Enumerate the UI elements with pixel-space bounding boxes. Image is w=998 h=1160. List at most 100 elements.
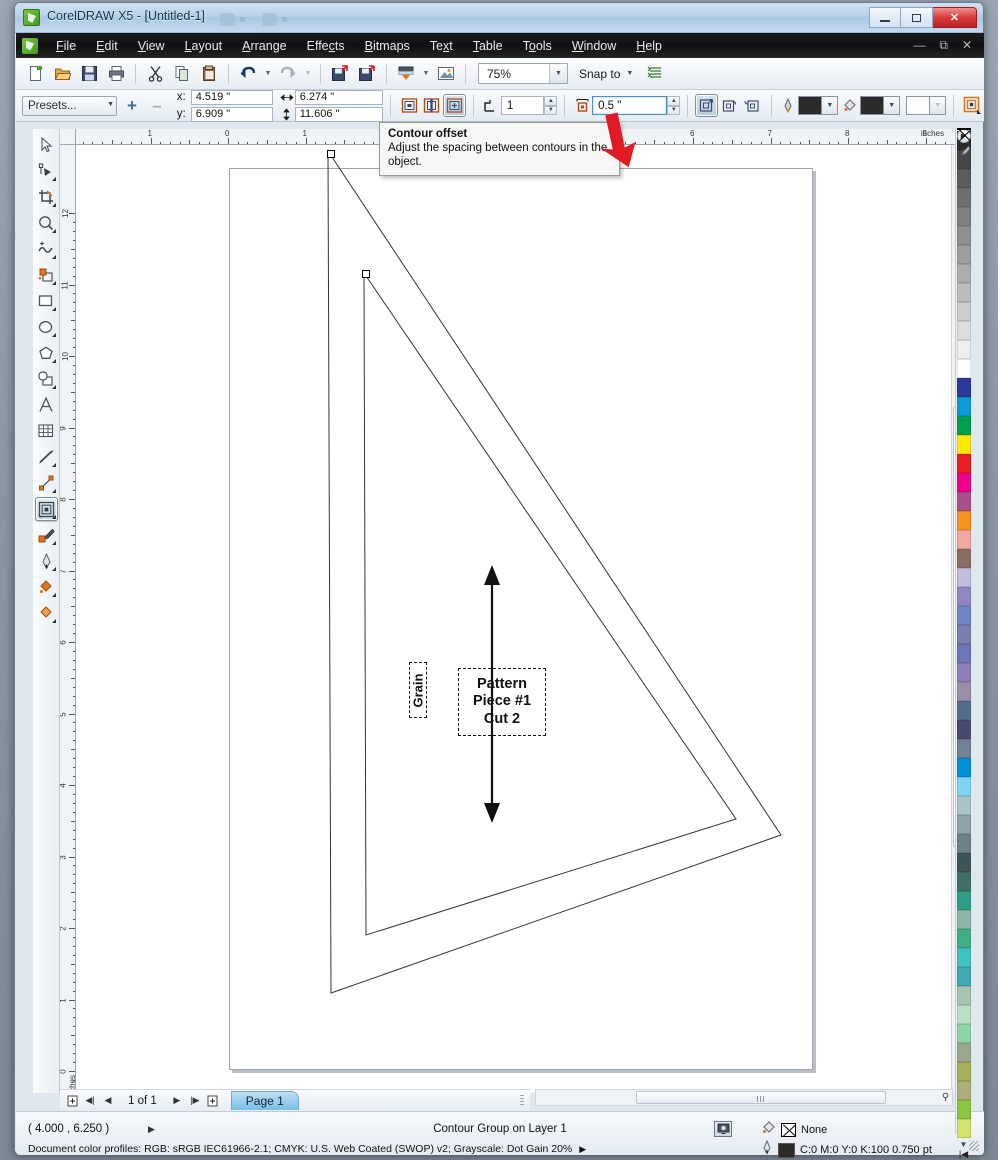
zoom-to-page-icon[interactable]: ⚲ [937,1089,954,1106]
palette-color-swatch[interactable] [957,188,971,207]
palette-color-swatch[interactable] [957,948,971,967]
flyout-arrow-icon[interactable] [52,463,56,467]
palette-color-swatch[interactable] [957,1081,971,1100]
print-icon[interactable] [103,61,129,87]
add-preset-button[interactable]: + [122,96,142,116]
contour-to-center-button[interactable] [398,94,421,117]
x-position-field[interactable]: 4.519 " [191,90,273,105]
round-corner-button[interactable] [718,94,741,117]
bevel-corner-button[interactable] [741,94,764,117]
palette-color-swatch[interactable] [957,796,971,815]
add-page-before-icon[interactable] [64,1093,80,1109]
menu-item-layout[interactable]: Layout [175,36,233,56]
flyout-arrow-icon[interactable] [52,593,56,597]
contour-offset-spinner[interactable]: ▲ ▼ [667,96,680,115]
zoom-level-combo[interactable]: 75% ▼ [478,63,568,84]
flyout-arrow-icon[interactable] [52,255,56,259]
copy-icon[interactable] [169,61,195,87]
navigator-grip[interactable] [520,1095,524,1107]
flyout-arrow-icon[interactable] [52,567,56,571]
polygon-tool[interactable] [35,341,58,365]
pattern-piece-text-box[interactable]: Pattern Piece #1 Cut 2 [458,668,546,736]
contour-steps-spinner[interactable]: ▲ ▼ [544,96,557,115]
grain-text-box[interactable]: Grain [409,662,427,718]
menu-item-edit[interactable]: Edit [86,36,128,56]
palette-color-swatch[interactable] [957,321,971,340]
outline-color-icon[interactable] [779,98,799,114]
horizontal-scroll-thumb[interactable] [636,1091,886,1104]
undo-dropdown-arrow[interactable]: ▼ [262,61,274,87]
palette-color-swatch[interactable] [957,758,971,777]
shape-tool[interactable] [35,159,58,183]
last-fill-picker[interactable]: ▼ [906,96,946,115]
minimize-button[interactable] [869,7,901,28]
fill-color-picker[interactable]: ▼ [860,96,900,115]
menu-item-text[interactable]: Text [420,36,463,56]
no-color-swatch[interactable] [957,128,971,130]
publish-dropdown-arrow[interactable]: ▼ [420,61,432,87]
palette-color-swatch[interactable] [957,891,971,910]
menu-item-view[interactable]: View [128,36,175,56]
palette-color-swatch[interactable] [957,910,971,929]
palette-color-swatch[interactable] [957,1100,971,1119]
flyout-arrow-icon[interactable] [52,359,56,363]
chevron-down-icon[interactable]: ▼ [107,101,114,108]
last-page-icon[interactable]: |▶ [187,1093,203,1109]
snap-to-dropdown[interactable]: Snap to ▼ [579,67,633,81]
color-palette[interactable]: ▶ ▲ ▼ |◀ [955,128,971,1134]
contour-end-handle[interactable] [362,270,370,278]
horizontal-scrollbar[interactable] [535,1089,953,1106]
publish-pdf-icon[interactable] [393,61,419,87]
flyout-arrow-icon[interactable] [52,203,56,207]
flyout-arrow-icon[interactable] [52,229,56,233]
palette-color-swatch[interactable] [957,473,971,492]
palette-color-swatch[interactable] [957,416,971,435]
undo-icon[interactable] [235,61,261,87]
paste-icon[interactable] [196,61,222,87]
proof-colors-icon[interactable] [714,1121,732,1137]
y-position-field[interactable]: 6.909 " [191,107,273,122]
palette-color-swatch[interactable] [957,169,971,188]
flyout-arrow-icon[interactable] [52,619,56,623]
menu-item-bitmaps[interactable]: Bitmaps [355,36,420,56]
ellipse-tool[interactable] [35,315,58,339]
connector-tool[interactable] [35,471,58,495]
close-button[interactable]: ✕ [933,7,977,28]
redo-icon[interactable] [275,61,301,87]
spinner-up-icon[interactable]: ▲ [544,96,557,106]
palette-color-swatch[interactable] [957,606,971,625]
import-icon[interactable] [327,61,353,87]
chevron-down-icon[interactable]: ▼ [626,70,633,77]
resize-grip[interactable] [969,1141,979,1151]
last-fill-swatch[interactable] [906,96,930,115]
flyout-arrow-icon[interactable] [52,333,56,337]
height-field[interactable]: 11.606 " [295,107,383,122]
redo-dropdown-arrow[interactable]: ▼ [302,61,314,87]
mdi-minimize-button[interactable]: — [913,38,925,53]
palette-color-swatch[interactable] [957,663,971,682]
menu-item-help[interactable]: Help [626,36,672,56]
contour-inside-button[interactable] [420,94,443,117]
spinner-up-icon[interactable]: ▲ [667,96,680,106]
palette-color-swatch[interactable] [957,739,971,758]
color-profiles-arrow[interactable]: ▶ [579,1144,586,1154]
menu-item-arrange[interactable]: Arrange [232,36,296,56]
palette-expand-icon[interactable]: |◀ [959,1149,968,1160]
palette-color-swatch[interactable] [957,397,971,416]
menu-item-table[interactable]: Table [463,36,513,56]
menu-item-tools[interactable]: Tools [513,36,562,56]
palette-color-swatch[interactable] [957,986,971,1005]
palette-color-swatch[interactable] [957,435,971,454]
mdi-restore-button[interactable]: ⧉ [939,38,948,53]
save-icon[interactable] [76,61,102,87]
menu-item-effects[interactable]: Effects [297,36,355,56]
palette-swatches[interactable] [957,131,971,1138]
fill-color-swatch[interactable] [860,96,884,115]
presets-dropdown[interactable]: Presets... ▼ [22,96,117,116]
palette-color-swatch[interactable] [957,587,971,606]
options-icon[interactable] [642,61,668,87]
palette-color-swatch[interactable] [957,511,971,530]
contour-steps-field[interactable]: 1 [501,96,545,115]
palette-color-swatch[interactable] [957,967,971,986]
spinner-down-icon[interactable]: ▼ [544,106,557,116]
